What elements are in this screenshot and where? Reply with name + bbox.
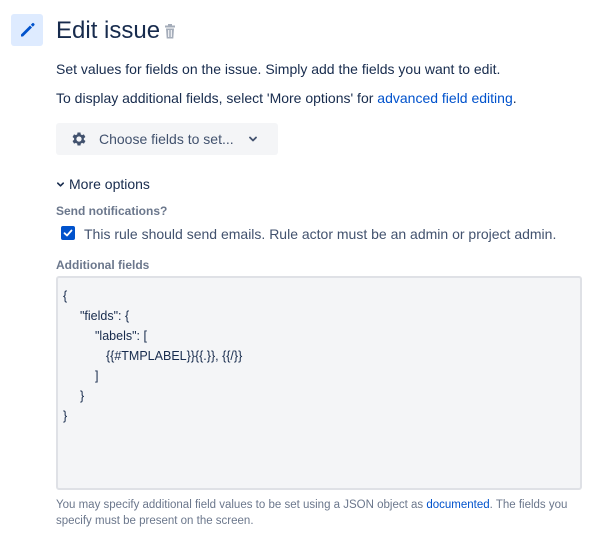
additional-fields-label: Additional fields [56,258,150,272]
additional-fields-editor[interactable]: { "fields": { "labels": [ {{#TMPLABEL}}{… [56,276,582,490]
help-text-prefix: You may specify additional field values … [56,499,427,511]
pencil-icon [11,14,43,46]
choose-fields-label: Choose fields to set... [99,131,234,147]
code-line: "labels": [ [95,329,147,343]
more-options-toggle[interactable]: More options [56,175,150,193]
description-line-2-prefix: To display additional fields, select 'Mo… [56,90,378,106]
description-line-1: Set values for fields on the issue. Simp… [56,61,501,77]
documented-link[interactable]: documented [426,499,489,511]
code-line: ] [95,369,99,383]
choose-fields-button[interactable]: Choose fields to set... [56,123,278,155]
send-notifications-label: Send notifications? [56,204,168,218]
checkmark-icon [63,229,73,237]
code-line: "fields": { [80,309,130,323]
send-emails-label: This rule should send emails. Rule actor… [84,226,557,242]
send-emails-checkbox[interactable] [61,226,75,240]
code-line: {{#TMPLABEL}}{{.}}, {{/}} [106,349,243,363]
code-line: { [63,289,68,303]
help-text: You may specify additional field values … [56,497,592,529]
description-line-2-suffix: . [512,90,517,106]
description-line-2: To display additional fields, select 'Mo… [56,89,517,107]
chevron-down-icon [56,181,65,187]
more-options-label: More options [69,176,150,192]
code-line: } [80,389,85,403]
chevron-down-icon [248,136,257,142]
advanced-field-editing-link[interactable]: advanced field editing [377,90,512,106]
page-title: Edit issue [56,17,161,44]
trash-icon[interactable] [163,24,177,40]
gear-icon [72,132,86,146]
code-line: } [63,409,68,423]
